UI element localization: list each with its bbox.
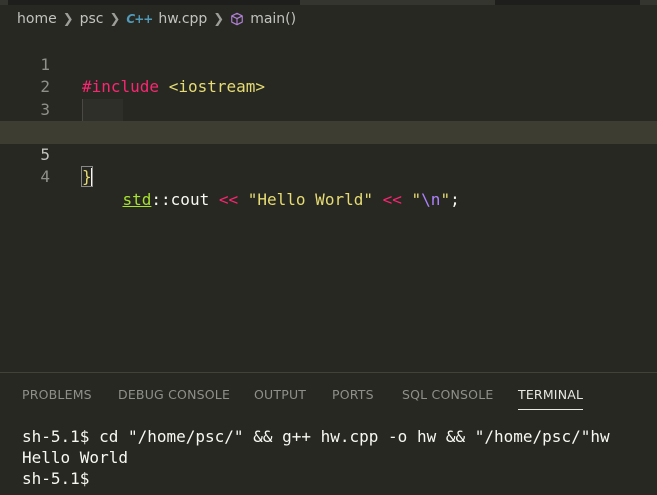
indent-highlight <box>83 98 123 121</box>
chevron-right-icon: ❯ <box>213 11 225 27</box>
code-line[interactable]: 4 std::cout << "Hello World" << "\n"; <box>0 98 657 209</box>
breadcrumb-file[interactable]: hw.cpp <box>158 11 207 27</box>
string-literal: "Hello World" <box>247 189 373 209</box>
stream-operator: << <box>218 189 239 209</box>
code-line[interactable]: 3 int main(){ <box>0 76 657 142</box>
breadcrumb-symbol[interactable]: main() <box>250 11 296 27</box>
stream-operator: << <box>382 189 402 209</box>
tab-strip-segment <box>300 0 495 5</box>
editor-tab-strip <box>0 0 657 5</box>
code-text: std::cout << "Hello World" << "\n"; <box>123 189 460 212</box>
indent-guide <box>82 98 83 121</box>
identifier-cout: cout <box>170 189 210 209</box>
namespace-name: std <box>122 189 152 209</box>
breadcrumb-psc[interactable]: psc <box>80 11 104 27</box>
tab-output[interactable]: OUTPUT <box>254 387 306 402</box>
chevron-right-icon: ❯ <box>109 11 121 27</box>
tab-strip-segment <box>640 0 657 5</box>
code-line[interactable]: 1 #include <iostream> <box>0 31 657 97</box>
breadcrumb: home ❯ psc ❯ C++ hw.cpp ❯ main() <box>17 9 296 29</box>
scope-operator: :: <box>151 189 171 209</box>
tab-debug-console[interactable]: DEBUG CONSOLE <box>118 387 230 402</box>
panel-tabs: PROBLEMS DEBUG CONSOLE OUTPUT PORTS SQL … <box>0 373 657 417</box>
text-cursor <box>90 168 93 187</box>
code-line[interactable]: 2 <box>0 54 657 96</box>
method-cube-icon <box>231 12 244 26</box>
string-quote: " <box>440 189 451 209</box>
chevron-right-icon: ❯ <box>62 11 74 27</box>
terminal-line: Hello World <box>22 448 128 467</box>
tab-problems[interactable]: PROBLEMS <box>22 387 92 402</box>
tab-terminal[interactable]: TERMINAL <box>518 387 584 410</box>
semicolon: ; <box>450 189 460 209</box>
terminal-prompt: sh-5.1$ <box>22 469 100 488</box>
code-line-current[interactable]: 5 } <box>0 121 657 187</box>
c++-file-icon: C++ <box>126 12 153 26</box>
tab-ports[interactable]: PORTS <box>332 387 374 402</box>
terminal-output[interactable]: sh-5.1$ cd "/home/psc/" && g++ hw.cpp -o… <box>22 426 610 489</box>
code-text: } <box>81 166 93 189</box>
bottom-panel: PROBLEMS DEBUG CONSOLE OUTPUT PORTS SQL … <box>0 372 657 495</box>
code-editor[interactable]: 1 #include <iostream> 2 3 int main(){ 4 … <box>0 31 657 371</box>
escape-sequence: \n <box>421 189 441 209</box>
tab-strip-segment <box>0 0 8 5</box>
string-quote: " <box>411 189 422 209</box>
terminal-line: sh-5.1$ cd "/home/psc/" && g++ hw.cpp -o… <box>22 427 610 446</box>
line-number: 5 <box>40 144 50 164</box>
breadcrumb-home[interactable]: home <box>17 11 57 27</box>
tab-sql-console[interactable]: SQL CONSOLE <box>402 387 493 402</box>
